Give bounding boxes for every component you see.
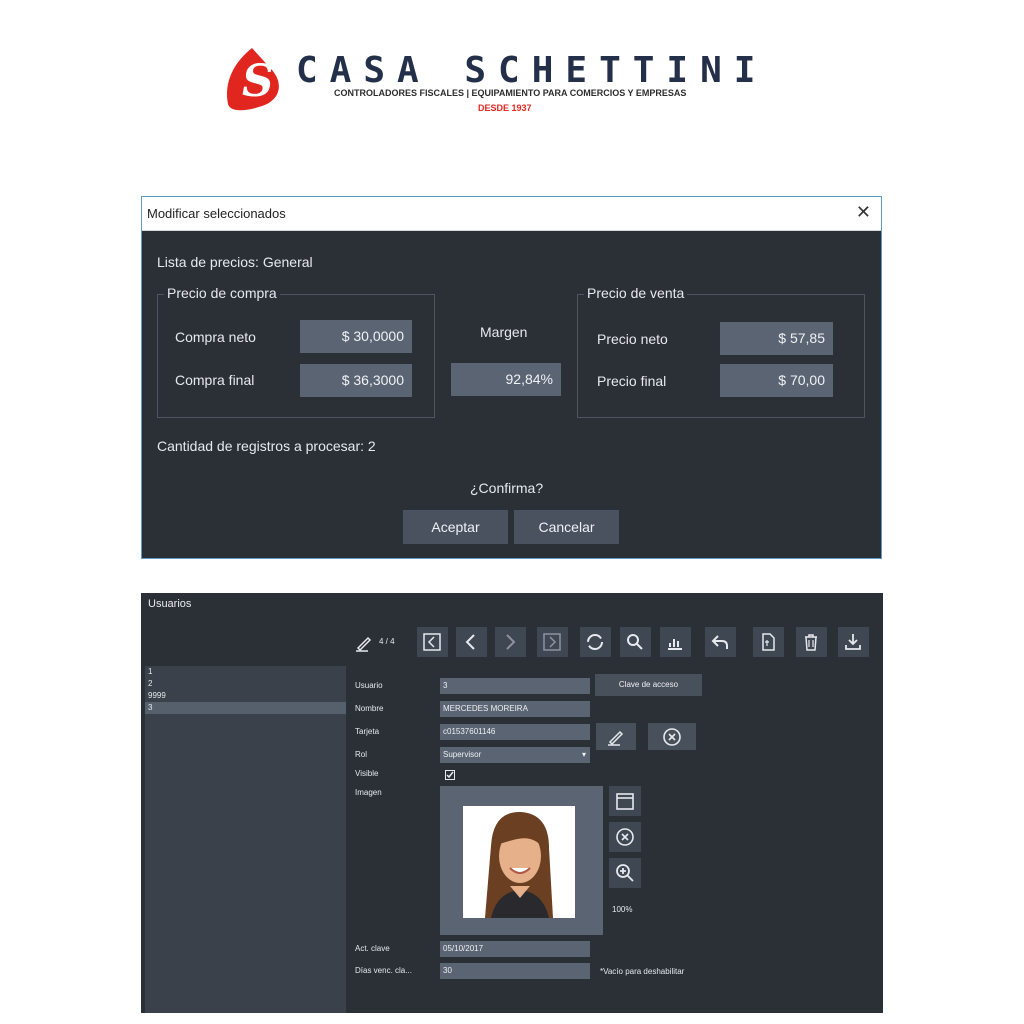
first-record-button[interactable] (417, 627, 448, 657)
record-counter: 4 / 4 (379, 637, 395, 646)
margin-field[interactable]: 92,84% (451, 363, 561, 396)
users-title: Usuarios (148, 598, 192, 610)
download-icon (845, 634, 861, 650)
rol-value: Supervisor (443, 750, 482, 759)
dias-venc-label: Días venc. cla... (355, 966, 412, 975)
close-icon[interactable]: ✕ (856, 202, 871, 223)
last-record-button[interactable] (537, 627, 568, 657)
user-image-frame (440, 786, 603, 935)
sale-net-field[interactable]: $ 57,85 (720, 322, 833, 355)
sale-price-group: Precio de venta (577, 285, 865, 418)
clear-card-button[interactable] (648, 723, 696, 750)
check-icon (446, 771, 454, 779)
last-record-icon (543, 633, 561, 651)
sale-net-label: Precio neto (597, 331, 668, 347)
nombre-label: Nombre (355, 704, 384, 713)
act-clave-field[interactable]: 05/10/2017 (440, 941, 590, 957)
brand-logo: S (227, 48, 279, 111)
purchase-price-group: Precio de compra (157, 285, 435, 418)
next-icon (506, 634, 516, 650)
search-button[interactable] (620, 627, 651, 657)
records-count: Cantidad de registros a procesar: 2 (157, 438, 376, 454)
zoom-in-button[interactable] (609, 858, 641, 888)
purchase-net-label: Compra neto (175, 329, 256, 345)
search-icon (627, 634, 643, 650)
confirm-prompt: ¿Confirma? (470, 480, 544, 496)
list-item[interactable]: 2 (145, 678, 346, 690)
imagen-label: Imagen (355, 788, 382, 797)
sale-final-label: Precio final (597, 373, 667, 389)
access-key-button[interactable]: Clave de acceso (595, 674, 702, 696)
visible-label: Visible (355, 769, 379, 778)
purchase-final-label: Compra final (175, 372, 255, 388)
chart-icon (668, 639, 682, 650)
dialog-titlebar: Modificar seleccionados ✕ (142, 197, 881, 231)
list-item[interactable]: 3 (145, 702, 346, 714)
zoom-level: 100% (612, 905, 633, 914)
list-item[interactable]: 1 (145, 666, 346, 678)
accept-button[interactable]: Aceptar (403, 510, 508, 544)
visible-checkbox[interactable] (445, 770, 455, 780)
users-list: 1 2 9999 3 (145, 666, 346, 1013)
brand-name: CASA SCHETTINI (296, 50, 768, 91)
edit-icon (608, 730, 624, 746)
download-button[interactable] (838, 627, 869, 657)
chart-button[interactable] (660, 627, 691, 657)
rol-select[interactable]: Supervisor ▾ (440, 747, 590, 763)
nombre-field[interactable]: MERCEDES MOREIRA (440, 701, 590, 717)
tarjeta-field[interactable]: c01537601146 (440, 724, 590, 740)
disable-hint: *Vacío para deshabilitar (600, 967, 685, 976)
zoom-in-icon (616, 864, 634, 882)
chevron-down-icon: ▾ (581, 750, 586, 759)
next-button[interactable] (495, 627, 526, 657)
cancel-button[interactable]: Cancelar (514, 510, 619, 544)
document-button[interactable] (753, 627, 784, 657)
svg-text:S: S (242, 56, 274, 107)
user-photo (463, 806, 575, 918)
purchase-net-field[interactable]: $ 30,0000 (300, 320, 412, 353)
brand-header: S CASA SCHETTINI CONTROLADORES FISCALES … (222, 44, 792, 120)
users-window: Usuarios 4 / 4 1 2 9999 3 Usuario 3 Clave d… (141, 593, 883, 1013)
list-item[interactable]: 9999 (145, 690, 346, 702)
modify-selected-dialog: Modificar seleccionados ✕ Lista de preci… (141, 196, 882, 559)
purchase-final-field[interactable]: $ 36,3000 (300, 364, 412, 397)
edit-icon[interactable] (354, 633, 374, 653)
brand-tagline: CONTROLADORES FISCALES | EQUIPAMIENTO PA… (334, 88, 687, 98)
calendar-icon (616, 793, 634, 810)
tarjeta-label: Tarjeta (355, 727, 380, 736)
delete-button[interactable] (796, 627, 827, 657)
first-record-icon (423, 633, 441, 651)
refresh-icon (587, 634, 603, 650)
calendar-button[interactable] (609, 786, 641, 816)
purchase-price-legend: Precio de compra (164, 285, 280, 301)
remove-image-button[interactable] (609, 822, 641, 852)
previous-icon (465, 634, 475, 650)
trash-icon (805, 634, 817, 651)
act-clave-label: Act. clave (355, 944, 390, 953)
cancel-circle-icon (616, 828, 634, 846)
usuario-field[interactable]: 3 (440, 678, 590, 694)
dias-venc-field[interactable]: 30 (440, 963, 590, 979)
dialog-title: Modificar seleccionados (147, 206, 286, 221)
undo-icon (711, 635, 728, 649)
cancel-circle-icon (663, 728, 681, 746)
rol-label: Rol (355, 750, 368, 759)
edit-card-button[interactable] (596, 723, 636, 750)
margin-label: Margen (480, 324, 528, 340)
previous-button[interactable] (456, 627, 487, 657)
sale-final-field[interactable]: $ 70,00 (720, 364, 833, 397)
sale-price-legend: Precio de venta (584, 285, 688, 301)
usuario-label: Usuario (355, 681, 383, 690)
document-icon (762, 633, 775, 651)
undo-button[interactable] (705, 627, 736, 657)
refresh-button[interactable] (580, 627, 611, 657)
brand-since: DESDE 1937 (478, 103, 532, 113)
price-list-label: Lista de precios: General (157, 254, 313, 270)
